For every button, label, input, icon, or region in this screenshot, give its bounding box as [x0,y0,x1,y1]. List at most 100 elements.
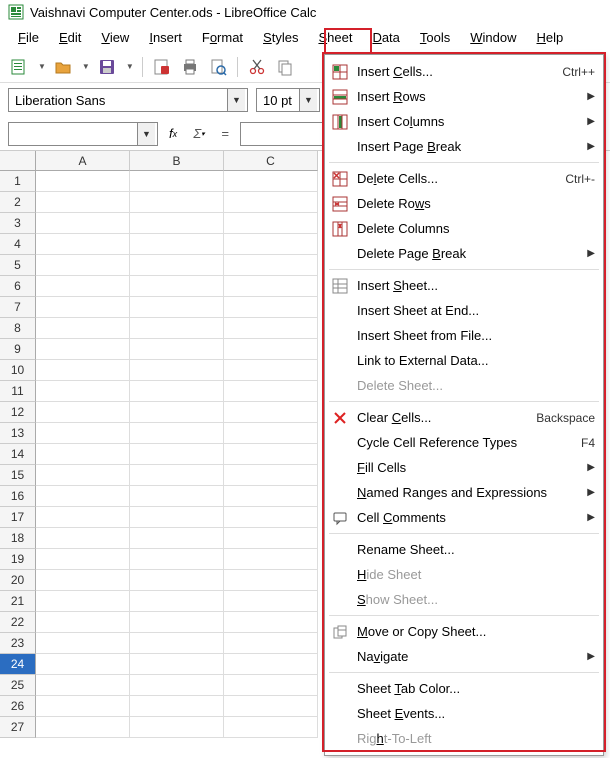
menu-item-insert-sheet-from-file[interactable]: Insert Sheet from File... [325,323,603,348]
cell[interactable] [224,528,318,549]
cell[interactable] [130,213,224,234]
cell[interactable] [130,633,224,654]
row-header[interactable]: 22 [0,612,36,633]
row-header[interactable]: 25 [0,675,36,696]
menu-item-insert-sheet[interactable]: Insert Sheet... [325,273,603,298]
cell[interactable] [36,486,130,507]
menu-item-insert-page-break[interactable]: Insert Page Break▶ [325,134,603,159]
cell[interactable] [224,213,318,234]
cell[interactable] [36,255,130,276]
menu-item-insert-rows[interactable]: Insert Rows▶ [325,84,603,109]
font-size-input[interactable] [257,91,299,110]
row-header[interactable]: 4 [0,234,36,255]
cell[interactable] [130,696,224,717]
cell[interactable] [36,717,130,738]
menu-file[interactable]: File [8,26,49,49]
select-all-corner[interactable] [0,151,36,171]
name-box[interactable]: ▼ [8,122,158,146]
chevron-down-icon[interactable]: ▼ [299,89,317,111]
save-dropdown-icon[interactable]: ▼ [124,62,134,71]
cell[interactable] [36,465,130,486]
open-button[interactable] [52,56,74,78]
cell[interactable] [224,465,318,486]
cell[interactable] [36,171,130,192]
cell[interactable] [36,192,130,213]
menu-window[interactable]: Window [460,26,526,49]
cell[interactable] [36,276,130,297]
cell[interactable] [224,675,318,696]
menu-format[interactable]: Format [192,26,253,49]
cell[interactable] [36,423,130,444]
column-header[interactable]: C [224,151,318,171]
cell[interactable] [130,381,224,402]
column-header[interactable]: B [130,151,224,171]
menu-item-cycle-cell-reference-types[interactable]: Cycle Cell Reference TypesF4 [325,430,603,455]
cell[interactable] [36,570,130,591]
row-header[interactable]: 9 [0,339,36,360]
menu-view[interactable]: View [91,26,139,49]
menu-item-rename-sheet[interactable]: Rename Sheet... [325,537,603,562]
cell[interactable] [224,381,318,402]
row-header[interactable]: 2 [0,192,36,213]
menu-item-move-or-copy-sheet[interactable]: Move or Copy Sheet... [325,619,603,644]
function-wizard-button[interactable]: fx [162,123,184,145]
row-header[interactable]: 12 [0,402,36,423]
cell[interactable] [130,297,224,318]
cell[interactable] [36,675,130,696]
row-header[interactable]: 13 [0,423,36,444]
menu-item-named-ranges-and-expressions[interactable]: Named Ranges and Expressions▶ [325,480,603,505]
cell[interactable] [36,339,130,360]
row-header[interactable]: 11 [0,381,36,402]
cell[interactable] [224,591,318,612]
cell[interactable] [130,423,224,444]
row-header[interactable]: 27 [0,717,36,738]
row-header[interactable]: 6 [0,276,36,297]
cell[interactable] [130,444,224,465]
cell[interactable] [224,654,318,675]
row-header[interactable]: 21 [0,591,36,612]
new-doc-button[interactable] [8,56,30,78]
menu-item-insert-columns[interactable]: Insert Columns▶ [325,109,603,134]
cell[interactable] [36,360,130,381]
cell[interactable] [224,507,318,528]
row-header[interactable]: 18 [0,528,36,549]
row-header[interactable]: 19 [0,549,36,570]
cell[interactable] [130,717,224,738]
cell[interactable] [224,549,318,570]
cell[interactable] [130,654,224,675]
cell[interactable] [36,402,130,423]
cell[interactable] [130,507,224,528]
cell[interactable] [130,570,224,591]
row-header[interactable]: 8 [0,318,36,339]
menu-item-sheet-events[interactable]: Sheet Events... [325,701,603,726]
menu-data[interactable]: Data [362,26,409,49]
cell[interactable] [36,654,130,675]
sum-button[interactable]: Σ▾ [188,123,210,145]
cell[interactable] [224,444,318,465]
cell[interactable] [224,570,318,591]
cell[interactable] [36,528,130,549]
row-header[interactable]: 3 [0,213,36,234]
column-header[interactable]: A [36,151,130,171]
menu-edit[interactable]: Edit [49,26,91,49]
cell[interactable] [224,255,318,276]
menu-item-link-to-external-data[interactable]: Link to External Data... [325,348,603,373]
cell[interactable] [224,318,318,339]
row-header[interactable]: 14 [0,444,36,465]
cell[interactable] [36,444,130,465]
row-header[interactable]: 20 [0,570,36,591]
cell[interactable] [224,402,318,423]
menu-item-insert-cells[interactable]: Insert Cells...Ctrl++ [325,59,603,84]
menu-item-insert-sheet-at-end[interactable]: Insert Sheet at End... [325,298,603,323]
cell[interactable] [130,192,224,213]
cell[interactable] [36,318,130,339]
cell[interactable] [224,234,318,255]
menu-item-navigate[interactable]: Navigate▶ [325,644,603,669]
menu-tools[interactable]: Tools [410,26,460,49]
cell[interactable] [36,591,130,612]
save-button[interactable] [96,56,118,78]
row-header[interactable]: 15 [0,465,36,486]
cell[interactable] [224,171,318,192]
cell[interactable] [130,612,224,633]
chevron-down-icon[interactable]: ▼ [227,89,245,111]
